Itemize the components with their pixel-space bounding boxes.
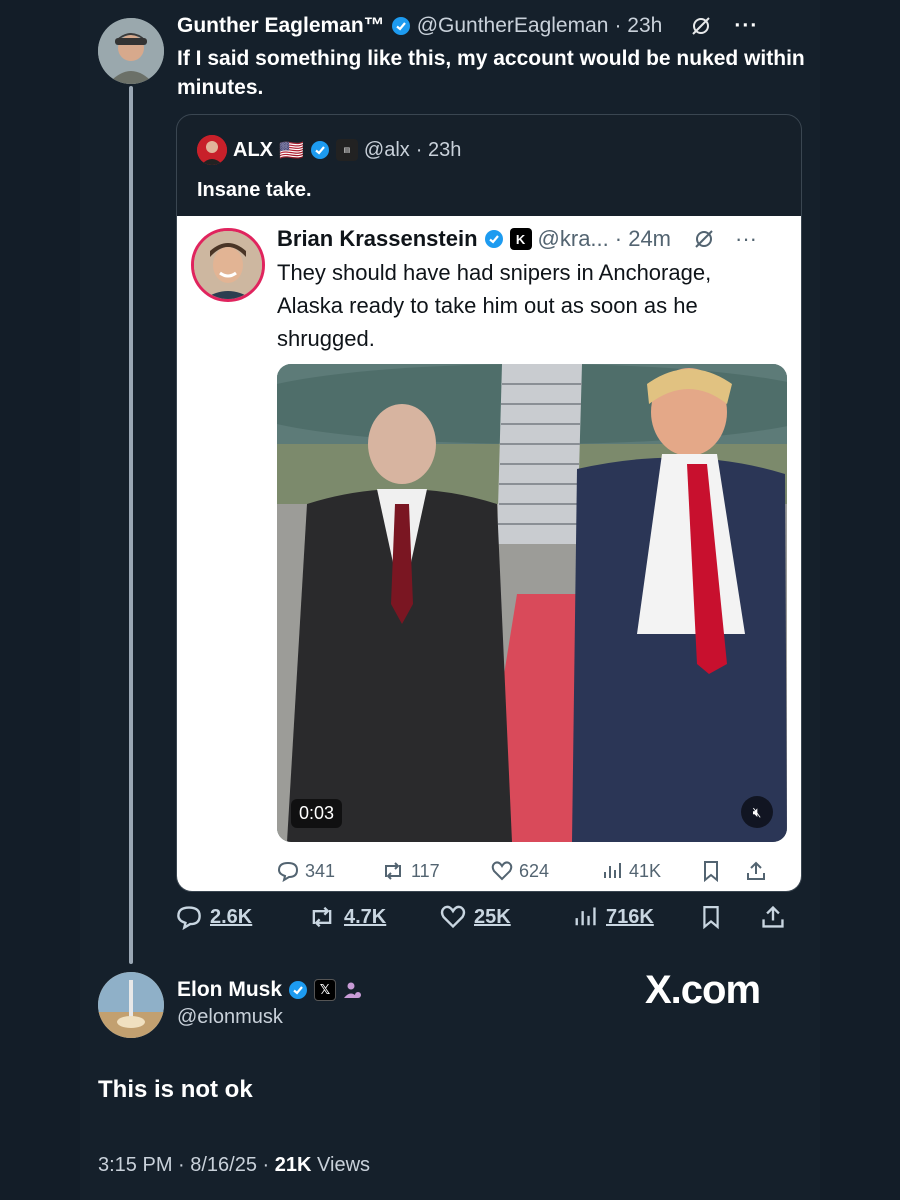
quoted-tweet-text: Insane take. (197, 179, 312, 201)
flag-icon: 🇺🇸 (279, 139, 304, 162)
views-button[interactable]: 716K (572, 904, 700, 930)
tweet-time: · 23h (614, 14, 663, 37)
reply-stat: 341 (277, 860, 381, 882)
repost-button[interactable]: 4.7K (308, 904, 440, 930)
like-stat: 624 (491, 860, 601, 882)
repost-icon (312, 906, 332, 928)
verified-icon (310, 141, 329, 159)
nested-tweet-header: Brian Krassenstein K @kra... · 24m ··· (277, 226, 757, 252)
mute-icon: 🔇︎ (741, 796, 773, 828)
more-options-icon: ··· (735, 226, 757, 251)
nested-tweet-actions: 341 117 624 41K (277, 856, 787, 886)
reply-count: 2.6K (210, 905, 253, 928)
tweet-time: · 24m (614, 226, 672, 251)
views-count: 716K (606, 905, 654, 928)
watermark: X.com (645, 968, 761, 1012)
author-name: Brian Krassenstein (277, 226, 478, 251)
share-icon (747, 861, 765, 880)
quoted-tweet-header: ALX 🇺🇸 ▤ @alx · 23h (197, 135, 461, 165)
author-handle: @kra... (537, 226, 609, 251)
bookmark-icon (703, 906, 719, 930)
heart-icon (440, 905, 466, 929)
timestamp: 3:15 PM · 8/16/25 · (98, 1154, 275, 1176)
tweet-time: · 23h (415, 138, 462, 161)
nested-tweet-screenshot: Brian Krassenstein K @kra... · 24m ··· T… (177, 216, 801, 891)
video-timestamp: 0:03 (291, 799, 343, 828)
reply-icon (277, 861, 299, 882)
views-count: 21K (274, 1154, 312, 1176)
author-handle[interactable]: @GuntherEagleman (417, 14, 609, 38)
like-count: 624 (519, 860, 550, 881)
left-frame (0, 0, 80, 1200)
reply-author: Elon Musk 𝕏 (177, 978, 362, 1002)
reply-text: This is not ok (98, 1076, 253, 1103)
reply-count: 341 (305, 860, 336, 881)
author-name[interactable]: Gunther Eagleman™ (177, 14, 385, 38)
grok-icon (695, 230, 713, 248)
avatar (197, 135, 227, 165)
repost-count: 4.7K (344, 905, 387, 928)
views-icon (575, 907, 596, 926)
avatar[interactable] (98, 972, 164, 1038)
author-name: ALX (233, 138, 273, 161)
like-count: 25K (474, 905, 511, 928)
affiliate-badge-icon: ▤ (335, 139, 358, 161)
author-handle[interactable]: @elonmusk (177, 1006, 283, 1029)
grok-icon[interactable] (690, 15, 712, 37)
right-frame (820, 0, 900, 1200)
heart-icon (491, 861, 513, 881)
tweet-actions: 2.6K 4.7K 25K 716K (176, 900, 802, 934)
bookmark-button[interactable] (700, 904, 760, 930)
verified-icon (391, 17, 410, 35)
avatar[interactable] (98, 18, 164, 84)
reply-icon (177, 906, 201, 930)
author-handle: @alx (363, 138, 410, 161)
thread-connector (129, 86, 133, 964)
repost-icon (385, 862, 401, 880)
government-badge-icon (344, 982, 362, 998)
nested-tweet-text: They should have had snipers in Anchorag… (277, 260, 712, 351)
tweet-text: If I said something like this, my accoun… (177, 47, 805, 99)
more-options-icon[interactable]: ··· (734, 14, 758, 38)
bookmark-icon (704, 861, 718, 882)
share-stat (745, 860, 767, 882)
share-button[interactable] (760, 904, 786, 930)
affiliate-badge-icon: K (509, 228, 532, 250)
bookmark-stat (701, 860, 745, 882)
x-affiliate-icon: 𝕏 (314, 979, 337, 1001)
avatar (191, 228, 265, 302)
repost-count: 117 (411, 860, 440, 881)
reply-button[interactable]: 2.6K (176, 904, 308, 930)
repost-stat: 117 (381, 860, 491, 882)
views-stat: 41K (601, 860, 701, 882)
like-button[interactable]: 25K (440, 904, 572, 930)
tweet-header: Gunther Eagleman™ @GuntherEagleman · 23h… (177, 14, 758, 38)
share-icon (762, 905, 784, 928)
quoted-tweet-card[interactable]: ALX 🇺🇸 ▤ @alx · 23h Insane take. Brian K… (176, 114, 802, 892)
views-label: Views (311, 1154, 371, 1176)
video-frame (277, 364, 787, 842)
views-icon (604, 863, 621, 878)
reply-meta: 3:15 PM · 8/16/25 · 21K Views (98, 1154, 370, 1177)
video-player: 0:03 🔇︎ (277, 364, 787, 842)
author-name[interactable]: Elon Musk (177, 978, 282, 1002)
views-count: 41K (629, 860, 662, 881)
verified-icon (484, 230, 503, 248)
verified-icon (289, 981, 308, 999)
